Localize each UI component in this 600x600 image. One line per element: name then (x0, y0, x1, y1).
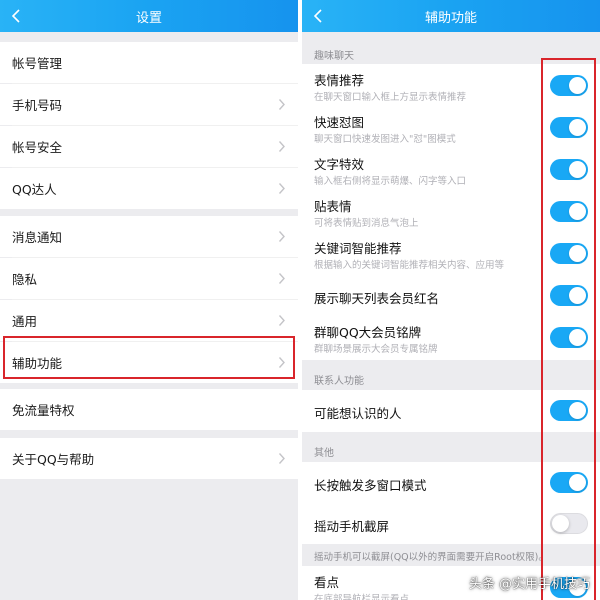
setting-title: 文字特效 (314, 157, 365, 172)
setting-subtitle: 根据输入的关键词智能推荐相关内容、应用等 (314, 260, 505, 271)
settings-item-qq-expert[interactable]: QQ达人 (0, 168, 298, 209)
setting-title: 长按触发多窗口模式 (314, 478, 427, 493)
settings-item-label: 消息通知 (12, 230, 63, 245)
chevron-right-icon (278, 98, 286, 111)
page-title: 辅助功能 (424, 10, 477, 26)
back-arrow-icon[interactable] (10, 9, 24, 23)
back-arrow-icon[interactable] (312, 9, 326, 23)
setting-title: 表情推荐 (314, 73, 365, 88)
chevron-right-icon (278, 272, 286, 285)
settings-item-privacy[interactable]: 隐私 (0, 258, 298, 299)
settings-item-account-security[interactable]: 帐号安全 (0, 126, 298, 167)
setting-title: 看点 (314, 575, 340, 590)
setting-title: 贴表情 (314, 199, 352, 214)
setting-title: 快速怼图 (314, 115, 365, 130)
settings-item-label: 关于QQ与帮助 (12, 452, 95, 467)
chevron-right-icon (278, 314, 286, 327)
highlight-box (3, 336, 295, 379)
accessibility-panel: 辅助功能 趣味聊天 表情推荐 在聊天窗口输入框上方显示表情推荐 快速怼图 聊天窗… (302, 0, 600, 600)
settings-item-label: 帐号安全 (12, 140, 63, 155)
chevron-right-icon (278, 452, 286, 465)
settings-panel: 设置 帐号管理 手机号码 帐号安全 QQ达人 消息通知 隐私 通用 辅助功能 免… (0, 0, 298, 600)
settings-item-label: 帐号管理 (12, 56, 63, 71)
shake-screenshot-note: 摇动手机可以截屏(QQ以外的界面需要开启Root权限)。 (314, 552, 548, 563)
setting-subtitle: 群聊场景展示大会员专属铭牌 (314, 344, 438, 355)
chevron-right-icon (278, 140, 286, 153)
settings-item-label: 通用 (12, 314, 38, 329)
setting-title: 摇动手机截屏 (314, 519, 390, 534)
settings-item-label: QQ达人 (12, 182, 57, 197)
settings-item-notifications[interactable]: 消息通知 (0, 216, 298, 257)
highlight-box (541, 58, 596, 600)
settings-item-label: 免流量特权 (12, 403, 75, 418)
settings-item-general[interactable]: 通用 (0, 300, 298, 341)
setting-subtitle: 聊天窗口快速发图进入"怼"图模式 (314, 134, 456, 145)
setting-subtitle: 可将表情贴到消息气泡上 (314, 218, 419, 229)
setting-title: 群聊QQ大会员铭牌 (314, 325, 422, 340)
accessibility-titlebar: 辅助功能 (302, 0, 600, 32)
setting-subtitle: 输入框右侧将显示萌爆、闪字等入口 (314, 176, 467, 187)
settings-titlebar: 设置 (0, 0, 298, 32)
chevron-right-icon (278, 230, 286, 243)
page-title: 设置 (135, 10, 162, 26)
watermark-text: 头条 @实用手机技巧 (468, 577, 590, 592)
setting-subtitle: 在聊天窗口输入框上方显示表情推荐 (314, 92, 467, 103)
settings-item-about[interactable]: 关于QQ与帮助 (0, 438, 298, 479)
settings-item-account-management[interactable]: 帐号管理 (0, 42, 298, 83)
settings-item-label: 隐私 (12, 272, 38, 287)
chevron-right-icon (278, 182, 286, 195)
settings-item-data-free[interactable]: 免流量特权 (0, 389, 298, 430)
setting-title: 展示聊天列表会员红名 (314, 291, 440, 306)
setting-title: 关键词智能推荐 (314, 241, 402, 256)
settings-item-label: 手机号码 (12, 98, 63, 113)
setting-subtitle: 在底部导航栏显示看点 (314, 594, 410, 600)
setting-title: 可能想认识的人 (314, 406, 402, 421)
settings-item-phone-number[interactable]: 手机号码 (0, 84, 298, 125)
